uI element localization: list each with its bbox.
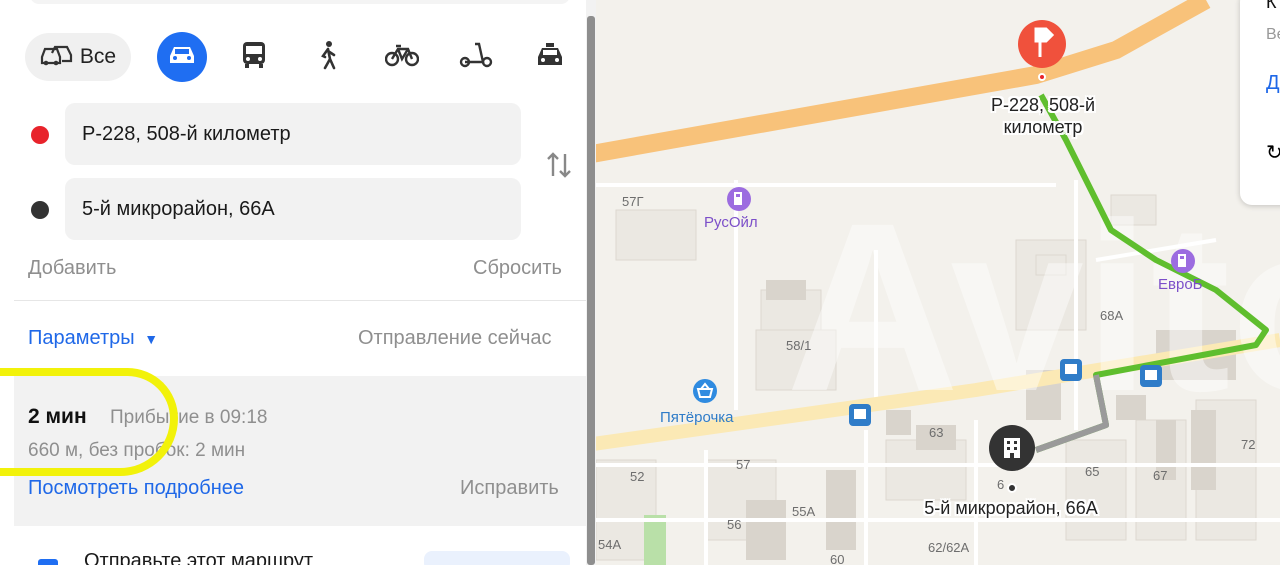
panel-scrollbar[interactable] bbox=[586, 0, 596, 565]
start-point-label: Р-228, 508-й километр bbox=[990, 95, 1096, 137]
building-number: 67 bbox=[1153, 468, 1168, 483]
watermark: Avito bbox=[786, 173, 1280, 441]
scooter-icon bbox=[459, 42, 493, 73]
poi-pyaterochka-label: Пятёрочка bbox=[660, 409, 734, 426]
mode-pedestrian-button[interactable] bbox=[304, 33, 352, 81]
mode-all-label: Все bbox=[79, 45, 117, 68]
departure-time-link[interactable]: Отправление сейчас bbox=[358, 327, 552, 350]
fix-route-link[interactable]: Исправить bbox=[460, 477, 559, 500]
bicycle-icon bbox=[384, 43, 420, 72]
building-number: 65 bbox=[1085, 464, 1100, 479]
share-route-text: Отправьте этот маршрут bbox=[84, 550, 314, 565]
bus-stop-icon[interactable] bbox=[1060, 359, 1082, 381]
card-title: К bbox=[1266, 0, 1277, 12]
mode-bus-button[interactable] bbox=[230, 33, 278, 81]
parameters-label: Параметры bbox=[28, 327, 135, 349]
building-number: 56 bbox=[727, 517, 742, 532]
highlight-annotation bbox=[0, 368, 178, 476]
share-button[interactable] bbox=[424, 551, 570, 565]
route-panel: Все Р-228, 508-й километр 5-й микрорайон… bbox=[0, 0, 586, 565]
bus-stop-icon-3[interactable] bbox=[849, 404, 871, 426]
end-pin-icon[interactable] bbox=[988, 425, 1038, 495]
taxi-icon bbox=[535, 42, 565, 73]
add-point-link[interactable]: Добавить bbox=[28, 257, 116, 280]
building-number: 54А bbox=[598, 537, 622, 552]
destination-input[interactable]: 5-й микрорайон, 66А bbox=[65, 178, 521, 240]
building-number: 58/1 bbox=[786, 338, 812, 353]
bus-icon bbox=[241, 41, 267, 74]
place-info-card[interactable]: К Ве Д ↻ bbox=[1240, 0, 1280, 205]
parameters-link[interactable]: Параметры ▼ bbox=[28, 327, 158, 350]
mode-taxi-button[interactable] bbox=[526, 33, 574, 81]
card-subtitle: Ве bbox=[1266, 26, 1280, 43]
fuel-station-icon[interactable] bbox=[726, 186, 752, 212]
fuel-station-icon-2[interactable] bbox=[1170, 248, 1196, 274]
building-number: 63 bbox=[929, 425, 944, 440]
bus-stop-icon-2[interactable] bbox=[1140, 365, 1162, 387]
building-number: 62/62А bbox=[928, 540, 970, 555]
show-details-link[interactable]: Посмотреть подробнее bbox=[28, 477, 244, 500]
pedestrian-icon bbox=[317, 40, 339, 75]
mode-all-button[interactable]: Все bbox=[25, 33, 131, 81]
destination-marker-icon bbox=[31, 201, 49, 219]
origin-input[interactable]: Р-228, 508-й километр bbox=[65, 103, 521, 165]
multi-transport-icon bbox=[40, 43, 74, 72]
share-route-row[interactable]: Отправьте этот маршрут bbox=[0, 527, 586, 565]
reset-link[interactable]: Сбросить bbox=[473, 257, 562, 280]
building-number: 52 bbox=[630, 469, 645, 484]
building-number: 57Г bbox=[622, 194, 644, 209]
card-link[interactable]: Д bbox=[1266, 72, 1280, 95]
scrollbar-thumb[interactable] bbox=[587, 16, 595, 565]
mode-bicycle-button[interactable] bbox=[378, 33, 426, 81]
start-pin-icon[interactable] bbox=[1016, 19, 1068, 81]
poi-evro-label: ЕвроБ bbox=[1158, 276, 1203, 293]
building-number: 60 bbox=[830, 552, 845, 565]
building-number: 68А bbox=[1100, 308, 1124, 323]
caret-down-icon: ▼ bbox=[144, 331, 159, 347]
shop-basket-icon[interactable] bbox=[692, 378, 718, 404]
origin-marker-icon bbox=[31, 126, 49, 144]
mode-scooter-button[interactable] bbox=[452, 33, 500, 81]
poi-rusoil-label: РусОйл bbox=[704, 214, 758, 231]
phone-icon bbox=[38, 559, 58, 565]
refresh-icon[interactable]: ↻ bbox=[1266, 140, 1280, 165]
mode-car-button[interactable] bbox=[157, 32, 207, 82]
building-number: 55А bbox=[792, 504, 816, 519]
car-icon bbox=[167, 44, 197, 71]
transport-modes: Все bbox=[0, 0, 586, 115]
divider bbox=[14, 300, 586, 301]
end-point-label: 5-й микрорайон, 66А bbox=[924, 498, 1098, 518]
building-number: 72 bbox=[1241, 437, 1256, 452]
swap-points-icon[interactable] bbox=[545, 150, 573, 185]
map-view[interactable]: Avito Р-228, 508-й километр 5-й микрорай… bbox=[596, 0, 1280, 565]
building-number: 6 bbox=[997, 477, 1005, 492]
building-number: 57 bbox=[736, 457, 751, 472]
